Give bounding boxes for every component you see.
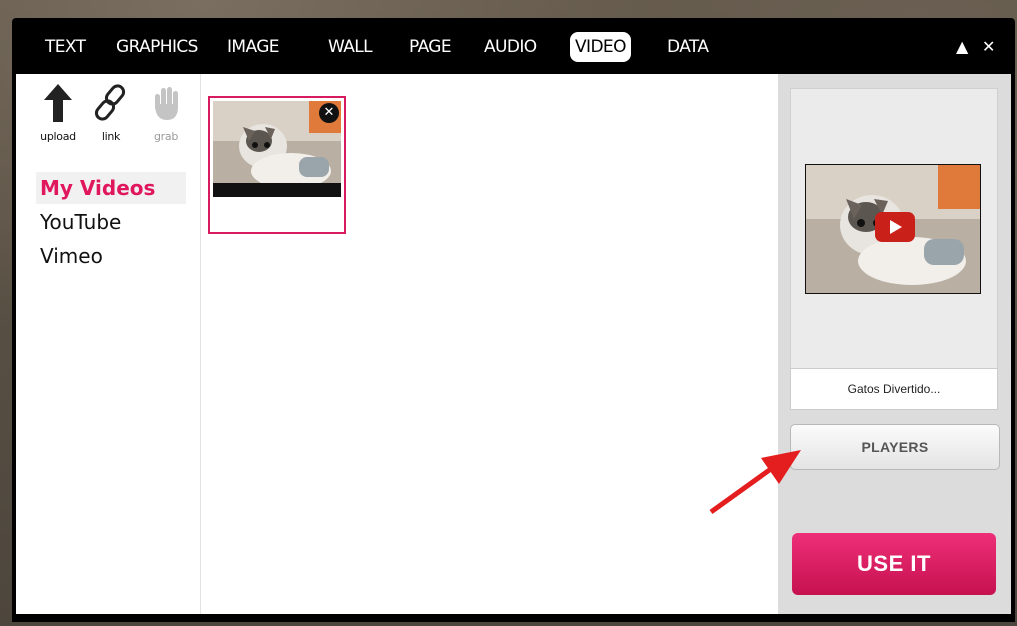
tab-page[interactable]: PAGE — [409, 32, 452, 62]
panel-content: upload link grab My Videos YouTube Vimeo… — [16, 74, 1011, 614]
link-label: link — [101, 130, 121, 143]
use-it-button[interactable]: USE IT — [792, 533, 996, 595]
nav-youtube[interactable]: YouTube — [36, 206, 186, 238]
link-tool[interactable]: link — [89, 82, 133, 143]
top-toolbar: TEXT GRAPHICS IMAGE WALL PAGE AUDIO VIDE… — [12, 18, 1015, 74]
video-thumbnail[interactable]: ✕ — [208, 96, 346, 234]
preview-pane: Gatos Divertido... PLAYERS USE IT — [778, 74, 1011, 614]
upload-arrow-icon — [44, 84, 72, 122]
collapse-icon[interactable]: ▲ — [956, 32, 968, 62]
players-button[interactable]: PLAYERS — [790, 424, 1000, 470]
tab-text[interactable]: TEXT — [45, 32, 86, 62]
video-preview — [790, 88, 998, 410]
tab-graphics[interactable]: GRAPHICS — [116, 32, 198, 62]
tab-image[interactable]: IMAGE — [227, 32, 280, 62]
upload-label: upload — [40, 130, 76, 143]
preview-video-frame[interactable] — [805, 164, 981, 294]
nav-vimeo[interactable]: Vimeo — [36, 240, 186, 272]
tab-video[interactable]: VIDEO — [570, 32, 631, 62]
video-gallery: ✕ — [201, 74, 777, 614]
annotation-arrow-icon — [709, 450, 801, 515]
tab-audio[interactable]: AUDIO — [484, 32, 537, 62]
grab-label: grab — [153, 130, 179, 143]
link-chain-icon — [94, 84, 126, 121]
youtube-play-icon[interactable] — [875, 212, 915, 242]
preview-caption: Gatos Divertido... — [790, 368, 998, 410]
remove-video-icon[interactable]: ✕ — [319, 103, 339, 123]
tab-data[interactable]: DATA — [667, 32, 709, 62]
tab-wall[interactable]: WALL — [328, 32, 373, 62]
hand-grab-icon — [155, 87, 179, 120]
nav-my-videos[interactable]: My Videos — [36, 172, 186, 204]
close-icon[interactable]: ✕ — [982, 32, 995, 62]
grab-tool[interactable]: grab — [144, 82, 188, 143]
source-sidebar: upload link grab My Videos YouTube Vimeo — [16, 74, 201, 614]
upload-tool[interactable]: upload — [36, 82, 80, 143]
media-picker-window: TEXT GRAPHICS IMAGE WALL PAGE AUDIO VIDE… — [12, 18, 1015, 622]
